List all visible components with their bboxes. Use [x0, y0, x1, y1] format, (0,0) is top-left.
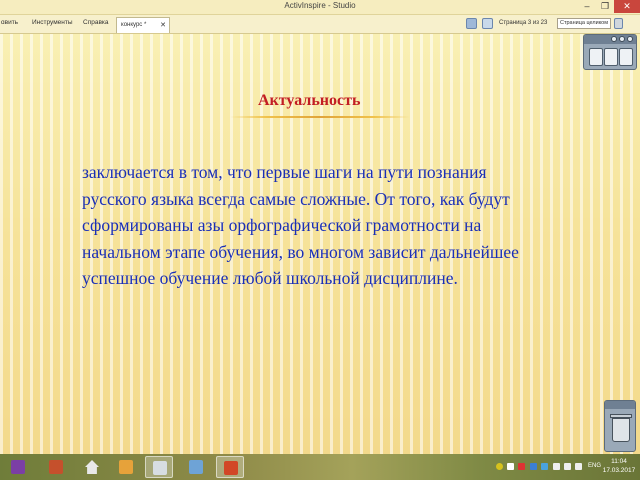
paint-button[interactable] — [182, 456, 210, 478]
tray-volume-icon[interactable] — [575, 463, 582, 470]
trash-palette[interactable] — [604, 400, 636, 452]
window-controls: – ❐ ✕ — [578, 0, 640, 14]
language-indicator[interactable]: ENG — [588, 463, 601, 469]
page-browser-icon[interactable] — [589, 48, 603, 66]
onenote-icon — [11, 460, 25, 474]
tool-palette[interactable] — [583, 34, 637, 70]
page-counter: Страница 3 из 23 — [499, 20, 548, 26]
palette-pin-icon[interactable] — [619, 36, 625, 42]
trash-icon[interactable] — [612, 418, 630, 442]
property-browser-icon[interactable] — [619, 48, 633, 66]
home-button[interactable] — [78, 456, 106, 478]
minimize-button[interactable]: – — [578, 0, 596, 13]
activinspire-icon — [153, 461, 167, 475]
menu-bar: ɑвить Инструменты Справка конкурс * ✕ Ст… — [0, 15, 640, 34]
clock[interactable]: 11:04 17.03.2017 — [602, 457, 636, 475]
zoom-select[interactable]: Страница целиком — [557, 18, 611, 29]
system-tray: ENG 11:04 17.03.2017 — [490, 454, 640, 480]
page-view-icon[interactable] — [482, 18, 493, 29]
close-button[interactable]: ✕ — [614, 0, 640, 13]
clock-date: 17.03.2017 — [602, 467, 636, 474]
tray-network-icon[interactable] — [530, 463, 537, 470]
tray-app-icon[interactable] — [496, 463, 503, 470]
heading-underline — [230, 116, 410, 118]
menu-tools[interactable]: Инструменты — [32, 19, 73, 26]
maximize-button[interactable]: ❐ — [596, 0, 614, 13]
dropdown-icon[interactable] — [614, 18, 623, 29]
onenote-button[interactable] — [4, 456, 32, 478]
palette-title-bar[interactable] — [584, 35, 636, 44]
tray-battery-icon[interactable] — [553, 463, 560, 470]
palette-close-icon[interactable] — [627, 36, 633, 42]
tray-signal-icon[interactable] — [564, 463, 571, 470]
tray-bluetooth-icon[interactable] — [541, 463, 548, 470]
powerpoint-icon — [224, 461, 238, 475]
paint-icon — [189, 460, 203, 474]
clock-time: 11:04 — [611, 458, 627, 465]
palette-menu-icon[interactable] — [611, 36, 617, 42]
powerpoint-button[interactable] — [216, 456, 244, 478]
page-body-text: заключается в том, что первые шаги на пу… — [82, 162, 519, 288]
resource-browser-icon[interactable] — [604, 48, 618, 66]
notes-button[interactable] — [112, 456, 140, 478]
document-tab[interactable]: конкурс * ✕ — [116, 17, 170, 33]
ppt-image-button[interactable] — [42, 456, 70, 478]
powerpoint-image-icon — [49, 460, 63, 474]
heading-container: Актуальность — [258, 92, 382, 110]
toolbar-icon[interactable] — [466, 18, 477, 29]
trash-title-bar — [605, 401, 635, 409]
flipchart-page[interactable]: Актуальность заключается в том, что перв… — [0, 34, 640, 454]
window-title-bar: ActivInspire - Studio – ❐ ✕ — [0, 0, 640, 15]
close-tab-icon[interactable]: ✕ — [160, 18, 166, 33]
menu-help[interactable]: Справка — [83, 19, 109, 26]
notes-icon — [119, 460, 133, 474]
activinspire-button[interactable] — [145, 456, 173, 478]
page-heading: Актуальность — [258, 92, 361, 109]
document-tab-label: конкурс * — [121, 22, 147, 28]
window-title: ActivInspire - Studio — [284, 1, 356, 10]
home-icon — [85, 460, 99, 474]
taskbar: ENG 11:04 17.03.2017 — [0, 454, 640, 480]
menu-file-partial[interactable]: ɑвить — [1, 19, 18, 26]
tray-flag-icon[interactable] — [507, 463, 514, 470]
tray-alert-icon[interactable] — [518, 463, 525, 470]
